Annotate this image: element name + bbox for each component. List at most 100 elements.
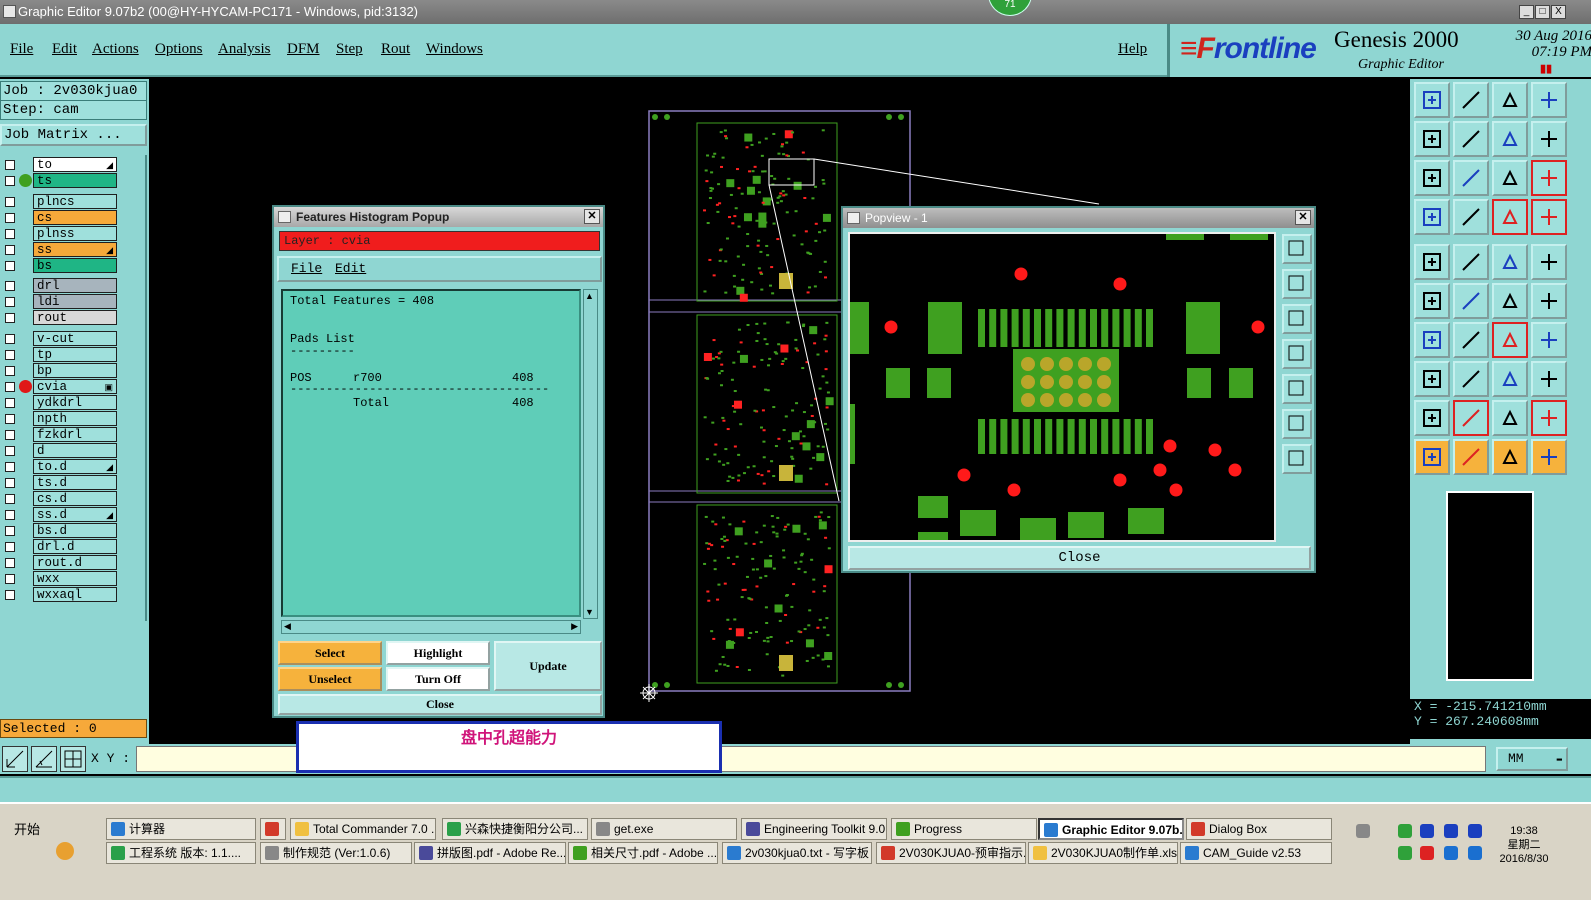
layer-checkbox[interactable] bbox=[5, 542, 15, 552]
trapezoid-red-icon[interactable] bbox=[1531, 400, 1567, 436]
add-line-icon[interactable] bbox=[1453, 244, 1489, 280]
layer-row[interactable]: d bbox=[0, 443, 118, 458]
break-icon[interactable] bbox=[1453, 361, 1489, 397]
scale-1-2-icon[interactable] bbox=[1492, 160, 1528, 196]
menu-options[interactable]: Options bbox=[155, 41, 203, 58]
resize-icon[interactable] bbox=[1492, 361, 1528, 397]
layer-checkbox[interactable] bbox=[5, 558, 15, 568]
zoom-in-icon[interactable] bbox=[1414, 82, 1450, 118]
edit-line-icon[interactable] bbox=[1531, 322, 1567, 358]
menu-help[interactable]: Help bbox=[1118, 41, 1147, 58]
layer-name[interactable]: d bbox=[33, 443, 117, 458]
layer-checkbox[interactable] bbox=[5, 313, 15, 323]
zoom-fit-icon[interactable] bbox=[1414, 160, 1450, 196]
histogram-horizontal-scrollbar[interactable]: ◀ ▶ bbox=[281, 620, 581, 634]
layer-blue-icon[interactable] bbox=[1531, 199, 1567, 235]
update-button[interactable]: Update bbox=[494, 641, 602, 691]
layer-name[interactable]: ts.d bbox=[33, 475, 117, 490]
polygon-icon[interactable] bbox=[1531, 361, 1567, 397]
popview-title-bar[interactable]: Popview - 1 ✕ bbox=[843, 208, 1314, 228]
menu-dfm[interactable]: DFM bbox=[287, 41, 320, 58]
taskbar-item[interactable]: 拼版图.pdf - Adobe Re... bbox=[414, 842, 566, 864]
undo-view-icon[interactable] bbox=[1492, 121, 1528, 157]
layer-name[interactable]: cvia ▣ bbox=[33, 379, 117, 394]
draw-line-icon[interactable] bbox=[2, 746, 28, 772]
quick-launch-icon[interactable] bbox=[56, 842, 74, 860]
popview-close-icon[interactable]: ✕ bbox=[1295, 210, 1311, 225]
tray-flag-icon[interactable] bbox=[1468, 846, 1482, 860]
layer-checkbox[interactable] bbox=[5, 462, 15, 472]
fit-window-icon[interactable] bbox=[1531, 82, 1567, 118]
select-box-icon[interactable] bbox=[1453, 439, 1489, 475]
clock[interactable]: 19:38 星期二 2016/8/30 bbox=[1484, 824, 1564, 866]
pv-zoom-icon[interactable] bbox=[1282, 234, 1312, 264]
pv-center-icon[interactable] bbox=[1282, 444, 1312, 474]
line-red-icon[interactable] bbox=[1453, 322, 1489, 358]
histogram-text-area[interactable]: Total Features = 408 Pads List ---------… bbox=[281, 289, 581, 617]
layer-name[interactable]: drl bbox=[33, 278, 117, 293]
layer-checkbox[interactable] bbox=[5, 213, 15, 223]
pv-fit-icon[interactable] bbox=[1282, 409, 1312, 439]
redraw-icon[interactable] bbox=[1531, 121, 1567, 157]
menu-actions[interactable]: Actions bbox=[92, 41, 139, 58]
scroll-down-icon[interactable]: ▼ bbox=[585, 607, 594, 617]
layer-checkbox[interactable] bbox=[5, 297, 15, 307]
menu-windows[interactable]: Windows bbox=[426, 41, 483, 58]
layer-row[interactable]: bs.d bbox=[0, 523, 118, 538]
layer-name[interactable]: ss.d ◢ bbox=[33, 507, 117, 522]
layer-checkbox[interactable] bbox=[5, 160, 15, 170]
histogram-close-icon[interactable]: ✕ bbox=[584, 209, 600, 224]
layer-name[interactable]: wxx bbox=[33, 571, 117, 586]
layer-checkbox[interactable] bbox=[5, 590, 15, 600]
move-icon[interactable] bbox=[1492, 283, 1528, 319]
taskbar-item[interactable]: 2V030KJUA0-预审指示... bbox=[876, 842, 1026, 864]
pan-right-icon[interactable] bbox=[1453, 121, 1489, 157]
layer-row[interactable]: to.d ◢ bbox=[0, 459, 118, 474]
layer-checkbox[interactable] bbox=[5, 176, 15, 186]
layer-row[interactable]: drl bbox=[0, 278, 118, 293]
taskbar-item[interactable]: 2v030kjua0.txt - 写字板 bbox=[722, 842, 872, 864]
layer-name[interactable]: cs bbox=[33, 210, 117, 225]
layer-checkbox[interactable] bbox=[5, 510, 15, 520]
layer-row[interactable]: ts bbox=[0, 173, 118, 188]
menu-file[interactable]: File bbox=[10, 41, 33, 58]
layer-name[interactable]: wxxaql bbox=[33, 587, 117, 602]
layer-checkbox[interactable] bbox=[5, 574, 15, 584]
layer-name[interactable]: cs.d bbox=[33, 491, 117, 506]
menu-edit[interactable]: Edit bbox=[52, 41, 77, 58]
layer-checkbox[interactable] bbox=[5, 229, 15, 239]
delete-icon[interactable] bbox=[1453, 283, 1489, 319]
close-window-button[interactable]: X bbox=[1551, 5, 1566, 19]
layer-row[interactable]: wxx bbox=[0, 571, 118, 586]
center-icon[interactable] bbox=[1453, 160, 1489, 196]
notification-badge[interactable]: 71 bbox=[988, 0, 1032, 16]
unselect-button[interactable]: Unselect bbox=[278, 667, 382, 691]
layer-name[interactable]: ydkdrl bbox=[33, 395, 117, 410]
units-select[interactable]: MM ▬ bbox=[1496, 747, 1568, 771]
layer-name[interactable]: drl.d bbox=[33, 539, 117, 554]
layer-row[interactable]: cs bbox=[0, 210, 118, 225]
triangle-red-icon[interactable] bbox=[1453, 400, 1489, 436]
layer-row[interactable]: wxxaql bbox=[0, 587, 118, 602]
layer-row[interactable]: rout.d bbox=[0, 555, 118, 570]
histogram-title-bar[interactable]: Features Histogram Popup ✕ bbox=[274, 207, 603, 227]
tray-close-icon[interactable] bbox=[1420, 824, 1434, 838]
layer-checkbox[interactable] bbox=[5, 414, 15, 424]
layer-row[interactable]: plncs bbox=[0, 194, 118, 209]
layer-checkbox[interactable] bbox=[5, 261, 15, 271]
layer-row[interactable]: cs.d bbox=[0, 491, 118, 506]
layer-row[interactable]: ts.d bbox=[0, 475, 118, 490]
route-icon[interactable] bbox=[1531, 439, 1567, 475]
layer-row[interactable]: tp bbox=[0, 347, 118, 362]
taskbar-item[interactable]: Graphic Editor 9.07b... bbox=[1038, 818, 1184, 840]
snap-icon[interactable] bbox=[1414, 199, 1450, 235]
layer-checkbox[interactable] bbox=[5, 281, 15, 291]
layer-checkbox[interactable] bbox=[5, 334, 15, 344]
home-icon[interactable] bbox=[1492, 82, 1528, 118]
layer-red-icon[interactable] bbox=[1492, 199, 1528, 235]
layer-row[interactable]: npth bbox=[0, 411, 118, 426]
taskbar-item[interactable]: Engineering Toolkit 9.0... bbox=[741, 818, 887, 840]
job-matrix-button[interactable]: Job Matrix ... bbox=[0, 124, 147, 146]
layer-name[interactable]: to ◢ bbox=[33, 157, 117, 172]
pv-left-icon[interactable] bbox=[1282, 339, 1312, 369]
